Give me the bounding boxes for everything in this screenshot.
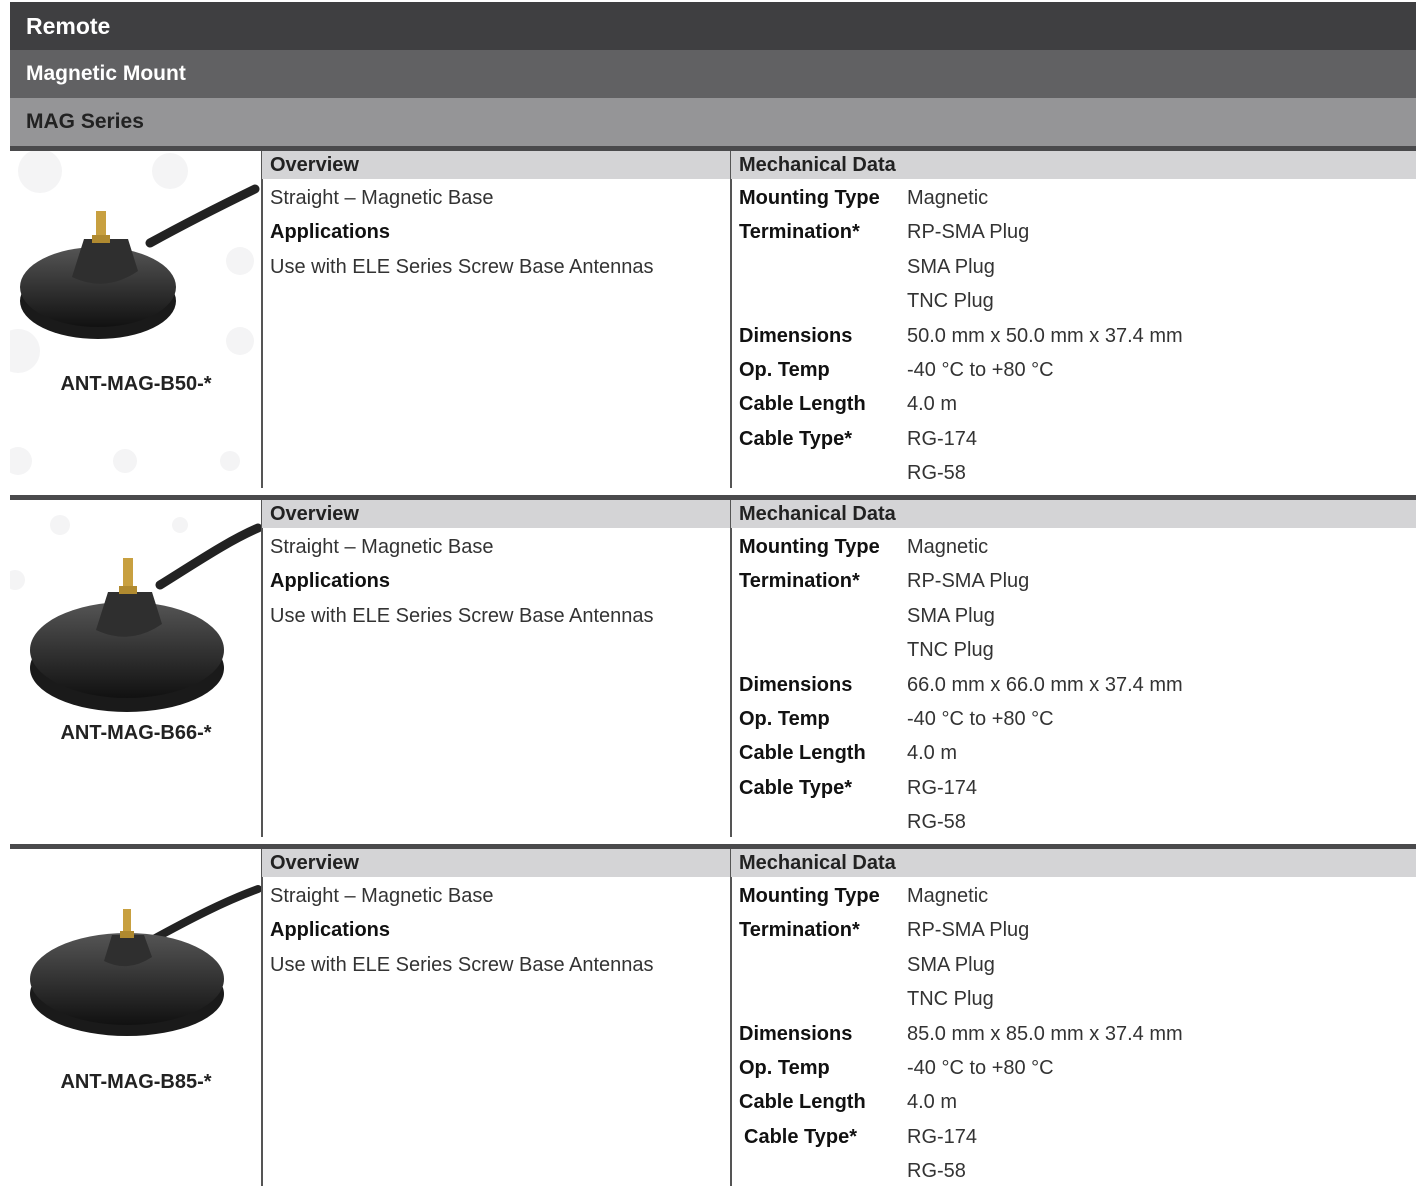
termination-label: Termination* [739,221,860,244]
mounting-type-value: Magnetic [907,885,989,907]
mechanical-data-header: Mechanical Data [731,500,1416,528]
mounting-type-value: Magnetic [907,536,989,558]
cable-length-value: 4.0 m [907,1091,958,1114]
dimensions-label: Dimensions [739,324,853,347]
applications-text: Use with ELE Series Screw Base Antennas [270,953,654,976]
mechanical-labels: Mounting Type Termination* Dimensions Op… [739,879,880,1154]
section-title-mag-series: MAG Series [10,98,1416,146]
dimensions-label: Dimensions [739,1022,853,1045]
termination-value: TNC Plug [907,639,994,662]
product-row: ANT-MAG-B66-* Overview Mechanical Data S… [10,495,1416,837]
product-row: ANT-MAG-B85-* Overview Mechanical Data S… [10,844,1416,1186]
cable-type-value: RG-174 [907,427,978,450]
cable-type-value: RG-58 [907,811,966,834]
column-divider [261,151,263,488]
cable-type-label: Cable Type* [739,776,852,799]
magnetic-mount-antenna-base-icon [30,885,262,1036]
op-temp-label: Op. Temp [739,707,830,730]
section-title-remote: Remote [10,2,1416,50]
mounting-type-label: Mounting Type [739,885,880,907]
mechanical-values: Magnetic RP-SMA Plug SMA Plug TNC Plug 5… [907,181,1183,491]
product-row: ANT-MAG-B50-* Overview Mechanical Data S… [10,146,1416,488]
termination-label: Termination* [739,570,860,593]
cable-length-label: Cable Length [739,1091,866,1114]
mechanical-labels: Mounting Type Termination* Dimensions Op… [739,530,880,805]
overview-header: Overview [262,500,730,528]
mechanical-labels: Mounting Type Termination* Dimensions Op… [739,181,880,456]
applications-label: Applications [270,570,391,593]
termination-value: SMA Plug [907,604,995,627]
section-title-magnetic-mount: Magnetic Mount [10,50,1416,98]
column-divider [730,151,732,488]
op-temp-label: Op. Temp [739,358,830,381]
termination-value: TNC Plug [907,988,994,1011]
dimensions-value: 66.0 mm x 66.0 mm x 37.4 mm [907,673,1183,696]
overview-text: Straight – Magnetic Base Applications Us… [270,181,654,284]
op-temp-value: -40 °C to +80 °C [907,358,1054,381]
column-divider [730,500,732,837]
termination-value: RP-SMA Plug [907,570,1030,593]
overview-text: Straight – Magnetic Base Applications Us… [270,879,654,982]
dimensions-value: 50.0 mm x 50.0 mm x 37.4 mm [907,324,1183,347]
magnetic-mount-antenna-base-icon [30,523,262,712]
cable-type-value: RG-174 [907,776,978,799]
overview-description: Straight – Magnetic Base [270,536,494,558]
dimensions-value: 85.0 mm x 85.0 mm x 37.4 mm [907,1022,1183,1045]
overview-description: Straight – Magnetic Base [270,885,494,907]
cable-length-value: 4.0 m [907,393,958,416]
mounting-type-value: Magnetic [907,187,989,209]
overview-header: Overview [262,849,730,877]
applications-text: Use with ELE Series Screw Base Antennas [270,604,654,627]
mounting-type-label: Mounting Type [739,187,880,209]
mounting-type-label: Mounting Type [739,536,880,558]
cable-type-label: Cable Type* [739,427,852,450]
termination-value: RP-SMA Plug [907,221,1030,244]
cable-type-value: RG-58 [907,462,966,485]
cable-type-value: RG-58 [907,1160,966,1183]
termination-value: TNC Plug [907,290,994,313]
applications-label: Applications [270,919,391,942]
cable-type-label: Cable Type* [744,1125,857,1148]
overview-description: Straight – Magnetic Base [270,187,494,209]
dimensions-label: Dimensions [739,673,853,696]
applications-label: Applications [270,221,391,244]
part-number: ANT-MAG-B85-* [60,1071,212,1093]
termination-label: Termination* [739,919,860,942]
overview-text: Straight – Magnetic Base Applications Us… [270,530,654,633]
termination-value: SMA Plug [907,953,995,976]
mechanical-values: Magnetic RP-SMA Plug SMA Plug TNC Plug 8… [907,879,1183,1188]
op-temp-value: -40 °C to +80 °C [907,1056,1054,1079]
overview-header: Overview [262,151,730,179]
cable-length-label: Cable Length [739,742,866,765]
product-image-cell [10,151,262,488]
applications-text: Use with ELE Series Screw Base Antennas [270,255,654,278]
cable-length-value: 4.0 m [907,742,958,765]
mechanical-data-header: Mechanical Data [731,151,1416,179]
termination-value: RP-SMA Plug [907,919,1030,942]
column-divider [730,849,732,1186]
cable-type-value: RG-174 [907,1125,978,1148]
op-temp-label: Op. Temp [739,1056,830,1079]
product-image-cell [10,849,262,1186]
termination-value: SMA Plug [907,255,995,278]
column-divider [261,849,263,1186]
part-number: ANT-MAG-B50-* [60,373,212,395]
part-number: ANT-MAG-B66-* [60,722,212,744]
mechanical-data-header: Mechanical Data [731,849,1416,877]
cable-length-label: Cable Length [739,393,866,416]
column-divider [261,500,263,837]
mechanical-values: Magnetic RP-SMA Plug SMA Plug TNC Plug 6… [907,530,1183,840]
magnetic-mount-antenna-base-icon [20,184,260,339]
product-image-cell [10,500,262,837]
op-temp-value: -40 °C to +80 °C [907,707,1054,730]
